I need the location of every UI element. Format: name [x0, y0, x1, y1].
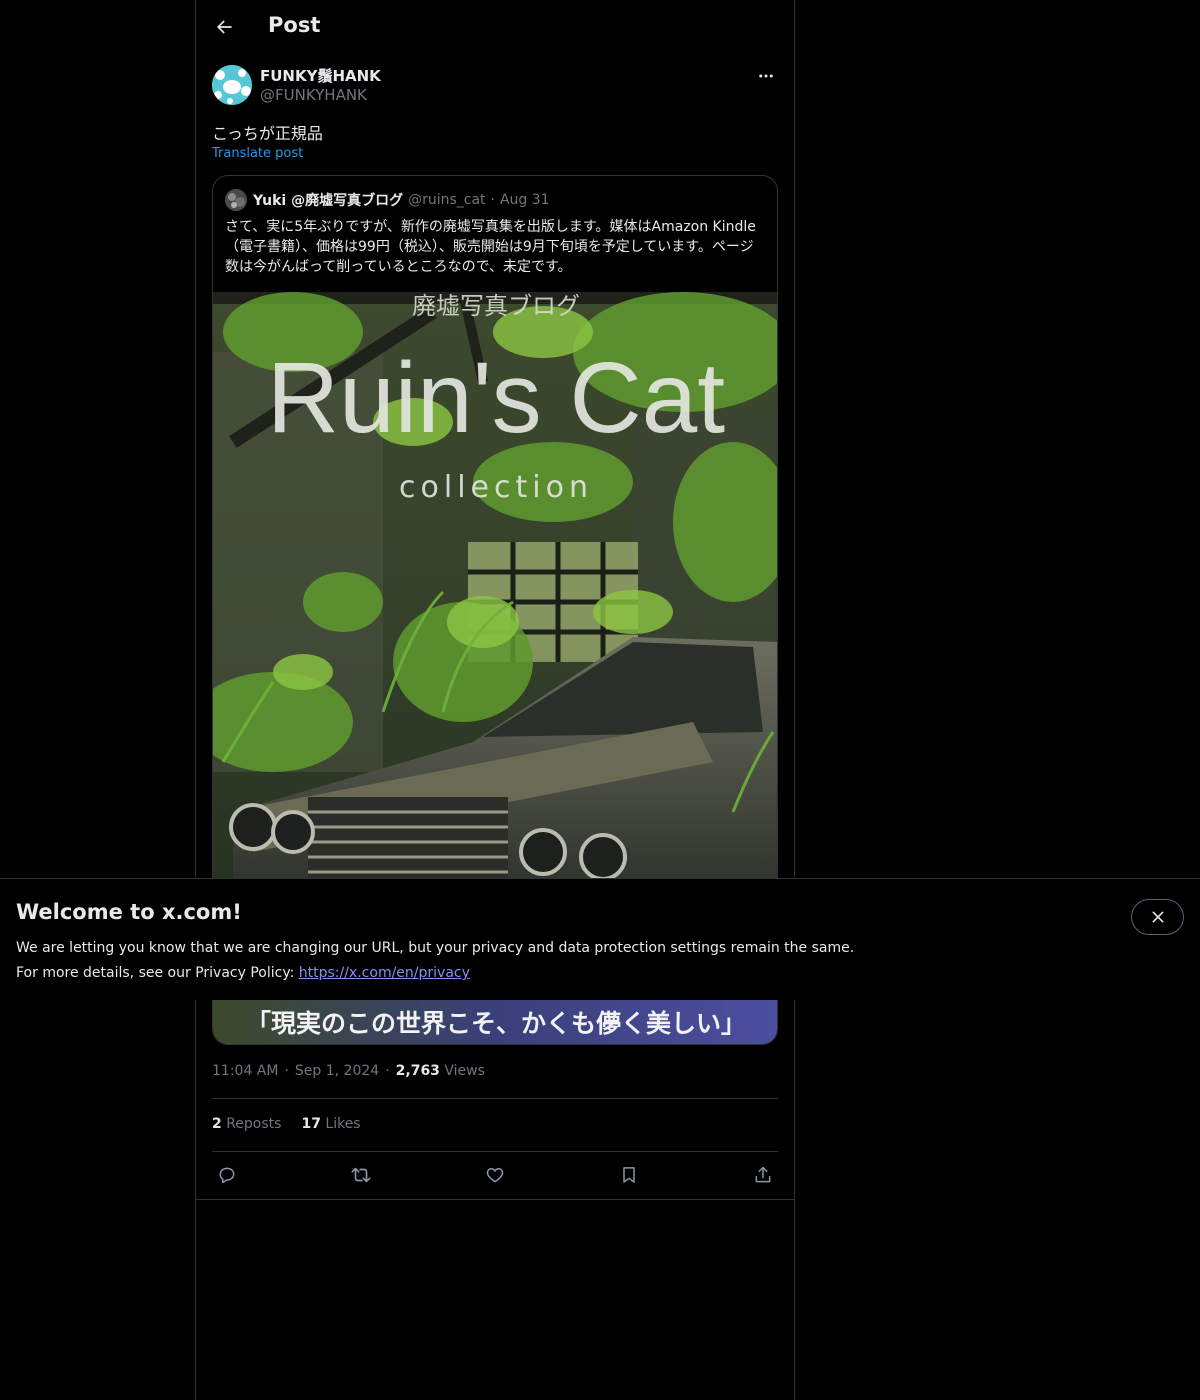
translate-post-link[interactable]: Translate post: [212, 146, 303, 161]
arrow-left-icon: [217, 20, 232, 34]
repost-icon: [351, 1167, 371, 1183]
quoted-post-text: さて、実に5年ぶりですが、新作の廃墟写真集を出版します。媒体はAmazon Ki…: [225, 219, 756, 275]
close-icon: [1152, 911, 1163, 923]
banner-text: We are letting you know that we are chan…: [16, 936, 1096, 986]
reposts-label: Reposts: [226, 1116, 282, 1132]
page-title: Post: [268, 13, 321, 37]
banner-line-2: For more details, see our Privacy Policy…: [16, 961, 1096, 986]
post-actions: [212, 1160, 778, 1190]
likes-label: Likes: [325, 1116, 361, 1132]
repost-button[interactable]: [350, 1164, 372, 1186]
quoted-author-avatar: [225, 189, 247, 211]
divider: [212, 1098, 778, 1099]
cover-subtitle-top: 廃墟写真ブログ: [412, 292, 580, 320]
cover-title: Ruin's Cat: [267, 342, 725, 454]
like-button[interactable]: [484, 1164, 506, 1186]
ellipsis-icon: [759, 74, 773, 78]
quoted-author-name: Yuki @廃墟写真ブログ: [253, 193, 404, 209]
banner-title: Welcome to x.com!: [16, 900, 242, 924]
reply-icon: [219, 1167, 235, 1184]
post-stats: 2 Reposts 17 Likes: [212, 1116, 361, 1132]
post-author: FUNKY鬚HANK @FUNKYHANK: [212, 64, 778, 106]
views-count: 2,763: [395, 1063, 440, 1079]
share-icon: [755, 1166, 771, 1183]
author-name[interactable]: FUNKY鬚HANK: [260, 65, 381, 86]
url-change-banner: Welcome to x.com! We are letting you kno…: [0, 878, 1200, 1000]
views-label: Views: [444, 1063, 485, 1079]
reposts-stat[interactable]: 2 Reposts: [212, 1116, 281, 1132]
post-text: こっちが正規品: [212, 124, 323, 143]
divider: [212, 1151, 778, 1152]
reposts-count: 2: [212, 1116, 222, 1132]
bookmark-button[interactable]: [618, 1164, 640, 1186]
post-time[interactable]: 11:04 AM: [212, 1063, 278, 1079]
divider: [196, 1199, 794, 1200]
main-column: Post FUNKY鬚HANK @FUNKYHANK こっちが正規品 Trans…: [195, 0, 795, 1400]
heart-icon: [486, 1168, 504, 1183]
cover-subtitle: collection: [399, 470, 593, 505]
post-meta: 11:04 AM · Sep 1, 2024 · 2,763 Views: [212, 1063, 485, 1079]
back-button[interactable]: [206, 9, 242, 45]
banner-line-1: We are letting you know that we are chan…: [16, 940, 855, 956]
post-date[interactable]: Sep 1, 2024: [295, 1063, 379, 1079]
reply-button[interactable]: [216, 1164, 238, 1186]
quoted-post-date: Aug 31: [499, 192, 550, 208]
share-button[interactable]: [752, 1164, 774, 1186]
cover-tagline: 「現実のこの世界こそ、かくも儚く美しい」: [246, 1009, 746, 1038]
bookmark-icon: [623, 1167, 635, 1183]
page-header: Post: [196, 0, 794, 54]
author-handle[interactable]: @FUNKYHANK: [260, 86, 367, 104]
likes-stat[interactable]: 17 Likes: [301, 1116, 360, 1132]
avatar-image: [212, 65, 252, 105]
quoted-author-handle: @ruins_cat: [408, 192, 486, 208]
banner-line-2-prefix: For more details, see our Privacy Policy…: [16, 965, 295, 981]
quoted-avatar-image: [225, 189, 247, 211]
quoted-post-header: Yuki @廃墟写真ブログ @ruins_cat · Aug 31: [225, 189, 550, 211]
close-banner-button[interactable]: [1131, 899, 1184, 935]
more-options-button[interactable]: [754, 64, 778, 88]
privacy-policy-link[interactable]: https://x.com/en/privacy: [299, 965, 470, 981]
author-avatar[interactable]: [212, 65, 252, 105]
likes-count: 17: [301, 1116, 321, 1132]
separator-dot: ·: [490, 192, 495, 208]
